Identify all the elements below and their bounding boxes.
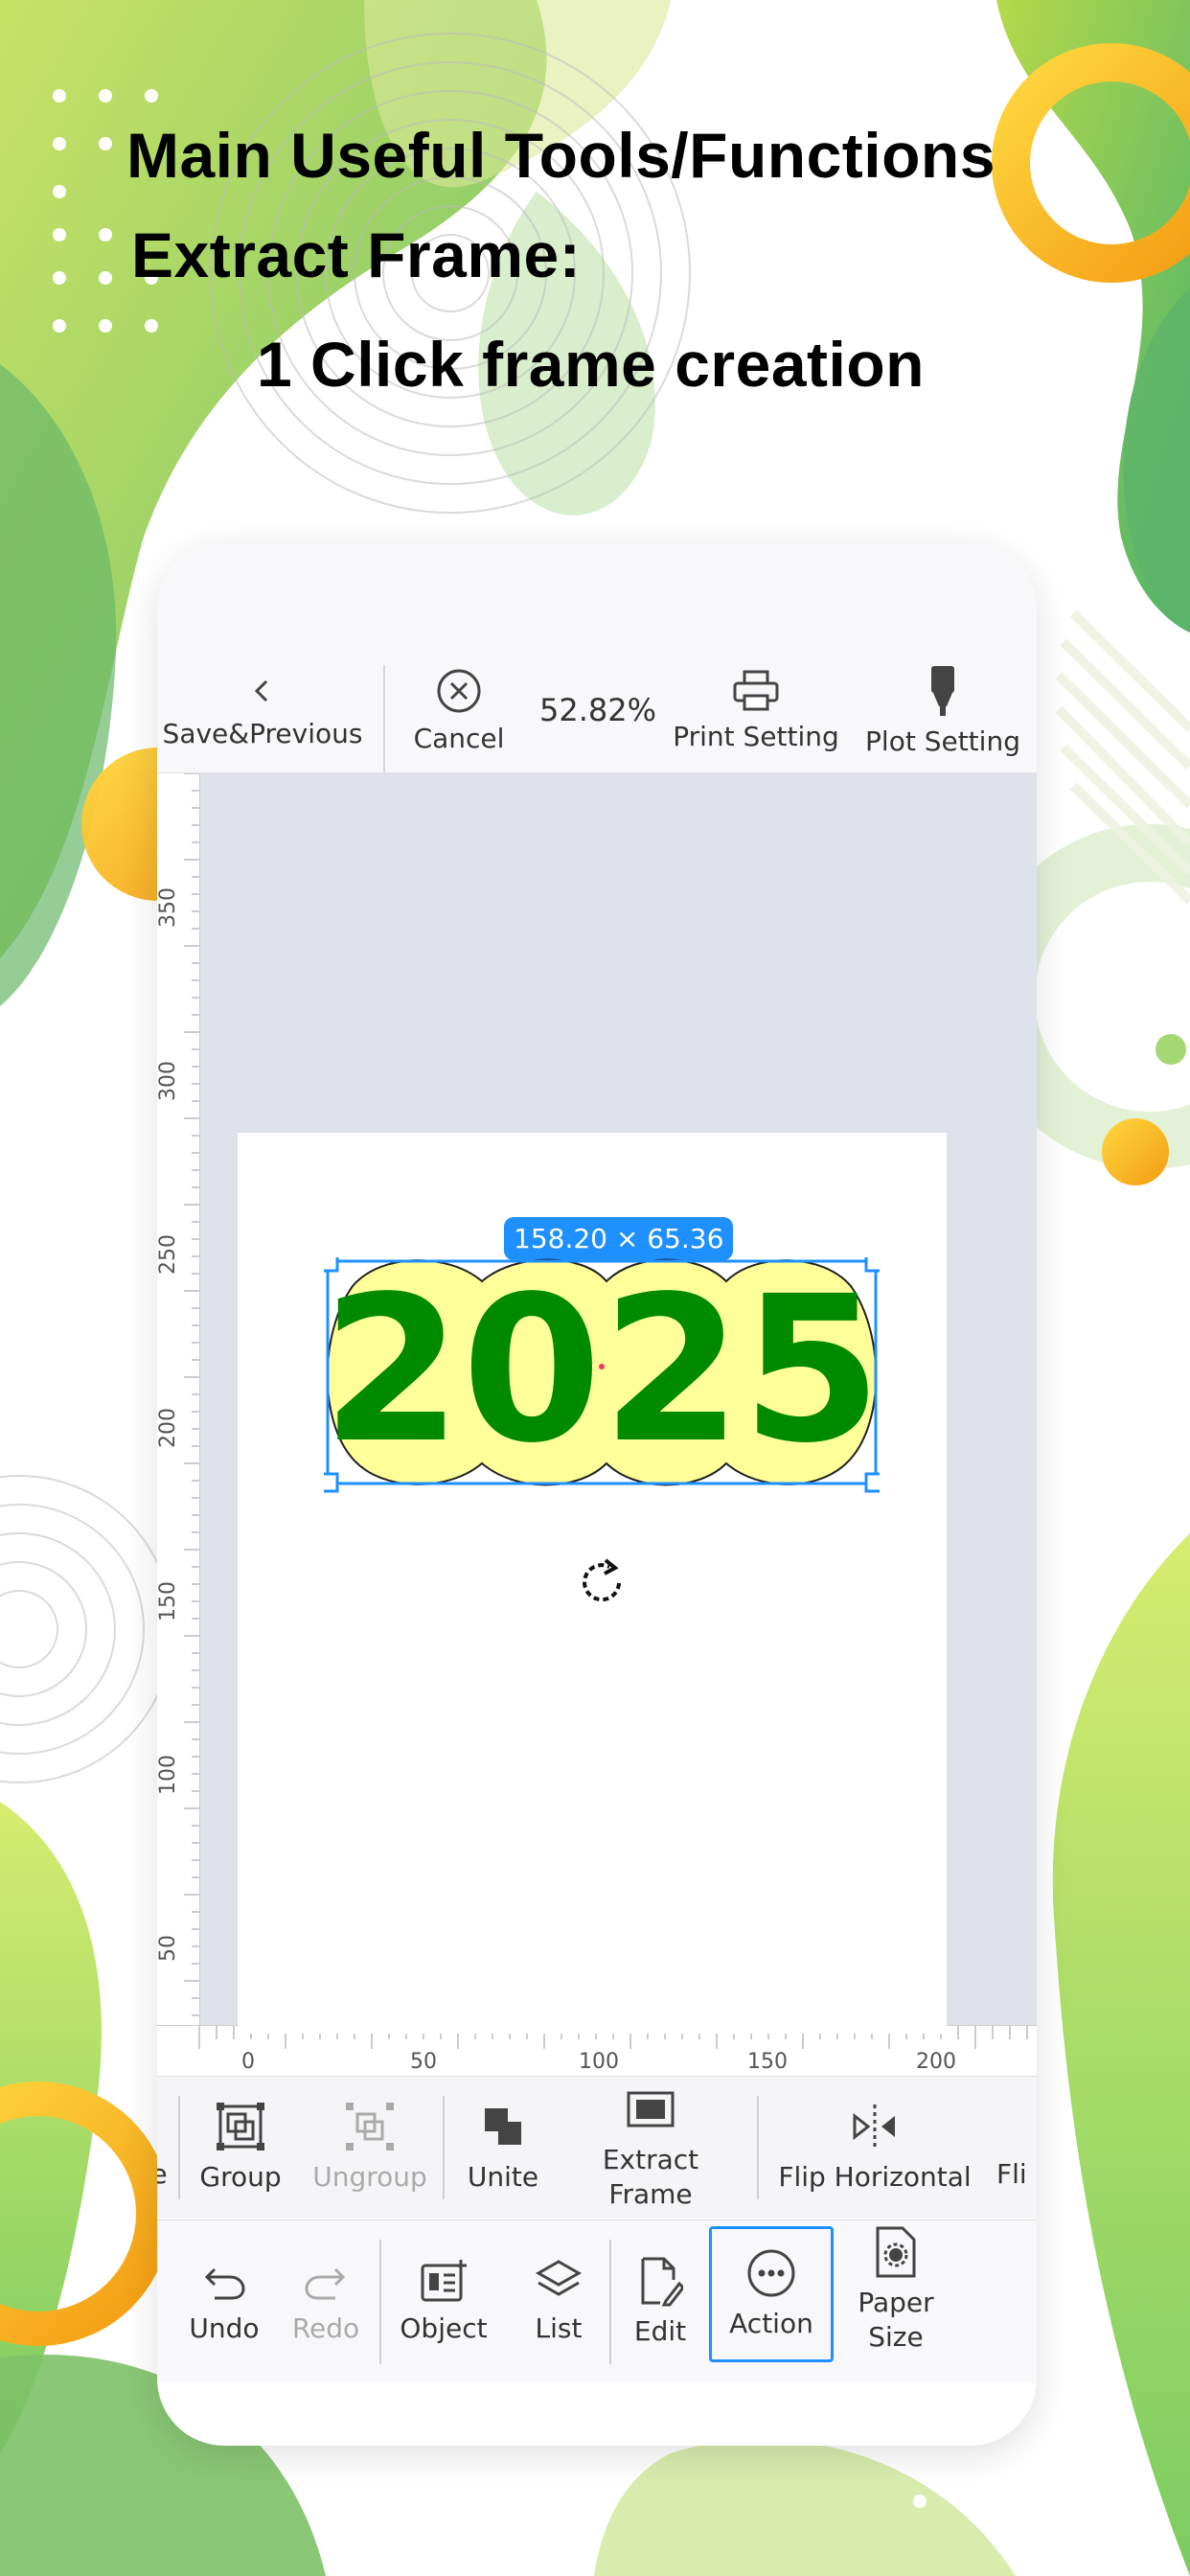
group-button[interactable]: Group bbox=[186, 2077, 295, 2219]
headline-caption: 1 Click frame creation bbox=[257, 329, 925, 400]
list-button[interactable]: List bbox=[515, 2230, 602, 2374]
undo-icon bbox=[204, 2267, 245, 2300]
group-label: Group bbox=[199, 2160, 282, 2193]
rotate-icon[interactable] bbox=[577, 1556, 630, 1610]
redo-label: Redo bbox=[291, 2312, 360, 2344]
resize-handle[interactable] bbox=[864, 1472, 880, 1493]
print-setting-label: Print Setting bbox=[673, 720, 839, 752]
plot-setting-label: Plot Setting bbox=[865, 724, 1020, 757]
ruler-label: 50 bbox=[157, 1935, 180, 1962]
nav-divider bbox=[609, 2240, 611, 2364]
headline-subtitle: Extract Frame: bbox=[131, 219, 582, 290]
tool-divider bbox=[757, 2096, 759, 2199]
object-icon bbox=[421, 2259, 467, 2302]
flip-vertical-label: Fli bbox=[996, 2157, 1027, 2190]
ruler-label: 200 bbox=[916, 2050, 956, 2074]
marker-pen-icon bbox=[931, 665, 954, 716]
top-toolbar: Save&Previous Cancel 52.82% Print Settin… bbox=[157, 648, 1037, 773]
print-setting-button[interactable]: Print Setting bbox=[665, 648, 847, 772]
tool-unknown-cut[interactable]: e bbox=[157, 2077, 171, 2219]
design-canvas[interactable]: 350 300 250 200 150 100 50 0 50 100 150 200 158.20… bbox=[157, 772, 1037, 2076]
ungroup-button[interactable]: Ungroup bbox=[303, 2077, 437, 2219]
bottom-nav: Undo Redo Object List Edit Action Paper … bbox=[157, 2220, 1037, 2383]
ungroup-label: Ungroup bbox=[312, 2160, 427, 2193]
action-label: Action bbox=[729, 2307, 813, 2339]
ruler-label: 200 bbox=[157, 1408, 180, 1448]
zoom-level: 52.82% bbox=[538, 692, 656, 728]
ruler-label: 300 bbox=[157, 1061, 180, 1101]
object-label: Object bbox=[400, 2312, 488, 2344]
resize-handle[interactable] bbox=[324, 1472, 339, 1493]
group-icon bbox=[217, 2102, 264, 2150]
selected-text: 2025 bbox=[324, 1257, 880, 1487]
flip-vertical-button[interactable]: Fli bbox=[996, 2077, 1037, 2219]
object-button[interactable]: Object bbox=[391, 2230, 496, 2374]
tool-label: e bbox=[157, 2157, 168, 2190]
cancel-label: Cancel bbox=[413, 722, 505, 754]
headline-title: Main Useful Tools/Functions bbox=[126, 120, 995, 191]
extract-frame-label: Extract Frame bbox=[602, 2143, 699, 2210]
save-previous-label: Save&Previous bbox=[162, 717, 363, 749]
selection-size-label: 158.20 × 65.36 bbox=[504, 1217, 734, 1260]
ruler-label: 150 bbox=[157, 1581, 180, 1622]
redo-button[interactable]: Redo bbox=[287, 2230, 364, 2374]
flip-horizontal-icon bbox=[853, 2104, 895, 2149]
close-circle-icon bbox=[437, 669, 481, 712]
redo-icon bbox=[305, 2267, 346, 2300]
unite-label: Unite bbox=[467, 2160, 539, 2193]
status-bar bbox=[157, 542, 1037, 648]
layers-icon bbox=[535, 2260, 583, 2296]
undo-button[interactable]: Undo bbox=[186, 2230, 263, 2374]
ruler-label: 100 bbox=[579, 2050, 619, 2074]
ruler-label: 350 bbox=[157, 887, 180, 928]
action-button[interactable]: Action bbox=[709, 2226, 834, 2362]
phone-frame: Save&Previous Cancel 52.82% Print Settin… bbox=[157, 542, 1037, 2446]
tool-row: e Group Ungroup Unite Extract Frame Flip… bbox=[157, 2076, 1037, 2219]
tool-divider bbox=[178, 2096, 180, 2199]
vertical-ruler: 350 300 250 200 150 100 50 bbox=[157, 772, 200, 2075]
ruler-label: 50 bbox=[410, 2050, 437, 2074]
ruler-label: 0 bbox=[241, 2050, 255, 2074]
selected-object[interactable]: 2025 bbox=[324, 1257, 880, 1497]
cancel-button[interactable]: Cancel bbox=[387, 648, 531, 772]
extract-frame-icon bbox=[627, 2091, 675, 2128]
ruler-label: 250 bbox=[157, 1234, 180, 1275]
paper-size-label: Paper Size bbox=[858, 2287, 934, 2354]
nav-divider bbox=[379, 2240, 381, 2364]
paper-settings-icon bbox=[876, 2226, 916, 2278]
plot-setting-button[interactable]: Plot Setting bbox=[857, 648, 1029, 772]
ruler-label: 150 bbox=[747, 2050, 788, 2074]
printer-icon bbox=[733, 670, 779, 710]
unite-icon bbox=[485, 2107, 521, 2145]
ruler-label: 100 bbox=[157, 1755, 180, 1795]
resize-handle[interactable] bbox=[864, 1257, 880, 1273]
edit-icon bbox=[641, 2257, 683, 2307]
resize-handle[interactable] bbox=[324, 1257, 339, 1273]
chevron-left-icon bbox=[254, 679, 268, 702]
center-point bbox=[599, 1364, 605, 1369]
save-previous-button[interactable]: Save&Previous bbox=[163, 648, 362, 772]
edit-label: Edit bbox=[633, 2314, 687, 2347]
toolbar-divider bbox=[383, 665, 385, 772]
unite-button[interactable]: Unite bbox=[450, 2077, 556, 2219]
paper-size-button[interactable]: Paper Size bbox=[843, 2226, 949, 2370]
more-icon bbox=[747, 2249, 795, 2297]
list-label: List bbox=[535, 2312, 583, 2344]
flip-horizontal-button[interactable]: Flip Horizontal bbox=[765, 2077, 985, 2219]
tool-divider bbox=[443, 2096, 445, 2199]
paper-sheet[interactable]: 158.20 × 65.36 2025 bbox=[238, 1133, 947, 2034]
edit-button[interactable]: Edit bbox=[617, 2230, 703, 2374]
undo-label: Undo bbox=[189, 2312, 260, 2344]
vertical-ruler-ticks: 350 300 250 200 150 100 50 bbox=[157, 772, 199, 2016]
ungroup-icon bbox=[346, 2102, 394, 2150]
extract-frame-button[interactable]: Extract Frame bbox=[560, 2077, 742, 2219]
flip-horizontal-label: Flip Horizontal bbox=[778, 2160, 972, 2193]
